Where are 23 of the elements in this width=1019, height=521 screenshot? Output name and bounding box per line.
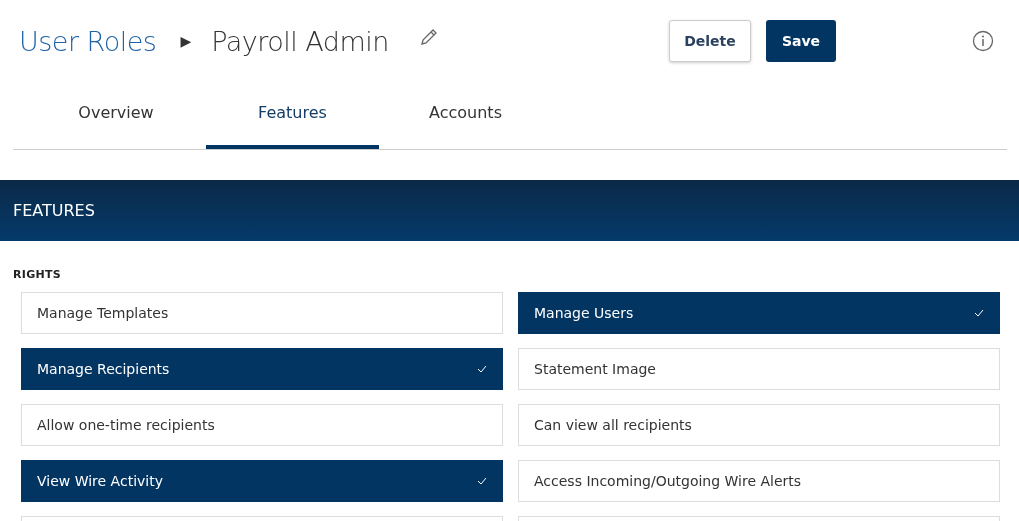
right-option[interactable]: Manage Users — [518, 292, 1000, 334]
right-option[interactable]: Statement Image — [518, 348, 1000, 390]
tab[interactable]: Accounts — [379, 82, 552, 149]
right-option[interactable]: View Wire Activity — [21, 460, 503, 502]
breadcrumb-link[interactable]: User Roles — [19, 25, 157, 57]
tab[interactable]: Overview — [40, 82, 206, 149]
page-title: Payroll Admin — [211, 25, 389, 57]
edit-icon[interactable] — [418, 27, 439, 47]
check-icon — [477, 365, 487, 373]
save-button[interactable]: Save — [766, 19, 836, 62]
right-option[interactable]: Allow one-time recipients — [21, 404, 503, 446]
section-title: RIGHTS — [13, 268, 62, 281]
check-icon — [974, 309, 984, 317]
breadcrumb-separator: ▶ — [180, 33, 192, 49]
right-option[interactable]: Access Incoming/Outgoing Wire Alerts — [518, 460, 1000, 502]
right-option[interactable]: Can view all recipients — [518, 404, 1000, 446]
delete-button[interactable]: Delete — [669, 19, 751, 62]
banner-title: FEATURES — [13, 201, 95, 220]
right-option[interactable]: Manage Templates — [21, 292, 503, 334]
right-option[interactable]: Manage Recipients — [21, 348, 503, 390]
check-icon — [477, 477, 487, 485]
tab[interactable]: Features — [206, 82, 379, 149]
info-icon[interactable] — [972, 30, 994, 52]
